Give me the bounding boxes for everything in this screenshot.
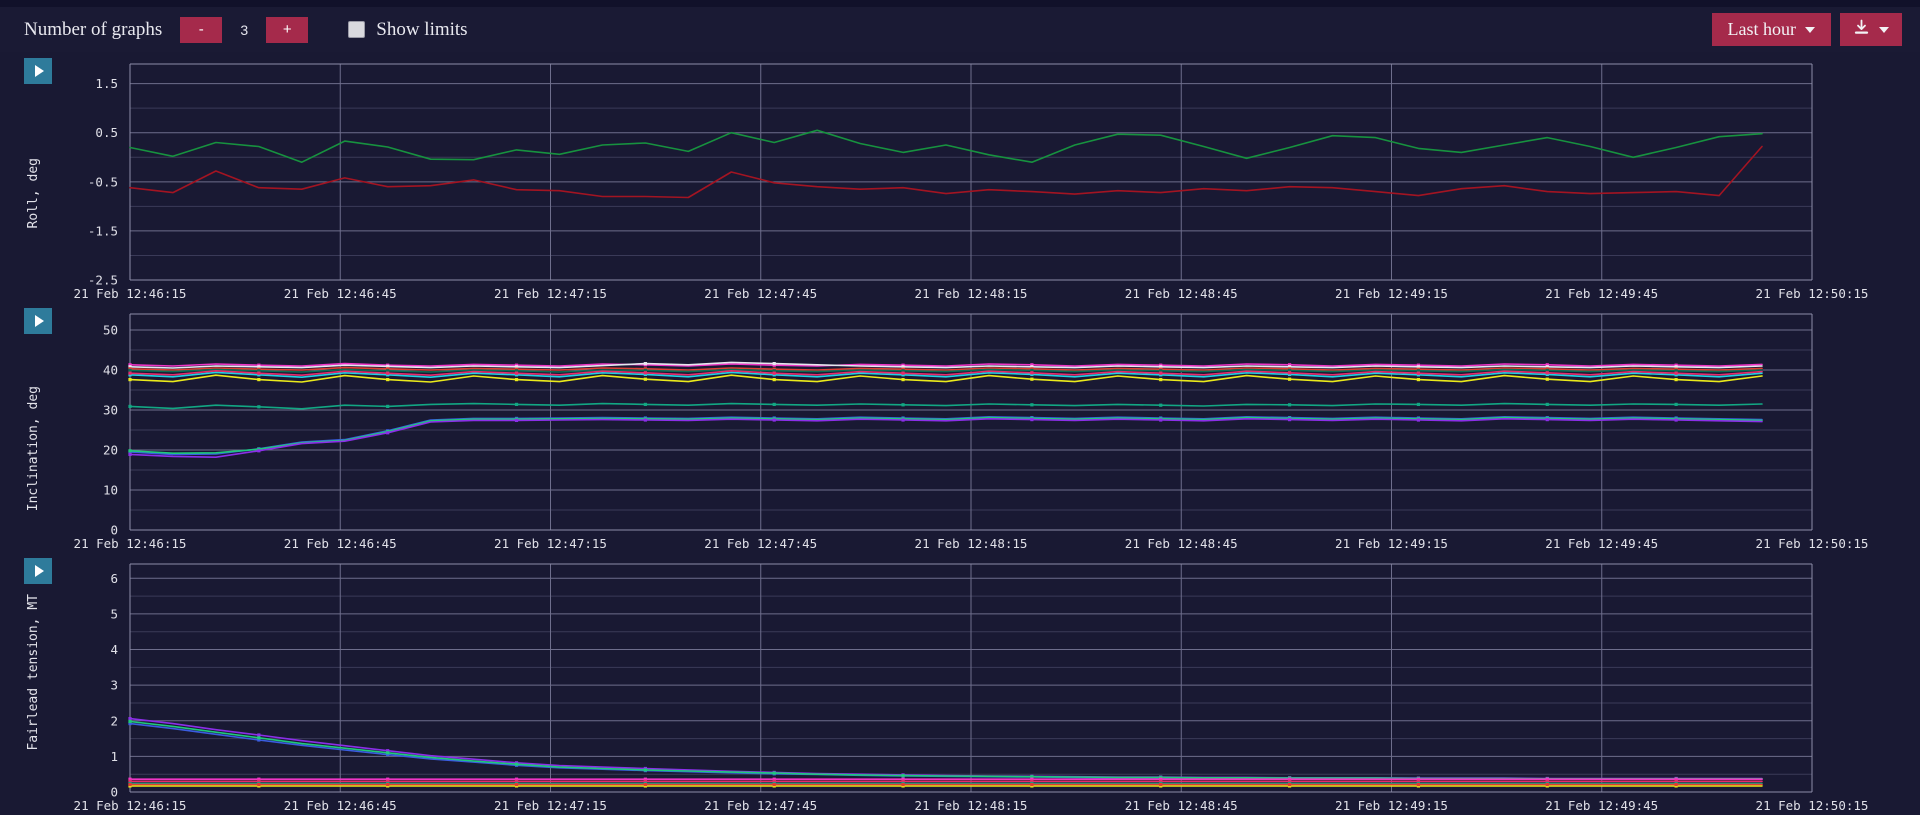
time-range-dropdown[interactable]: Last hour: [1711, 13, 1831, 46]
number-of-graphs-label: Number of graphs: [24, 18, 163, 40]
graph-count-value: 3: [240, 21, 249, 38]
chart-panel-inclination: Inclination, deg 50 40 30 20 10 0 21 Feb 12:46…: [0, 302, 1920, 552]
plot-fairlead-tension: 654321021 Feb 12:46:15 21 Feb 12:46:45 21 …: [74, 563, 1869, 813]
plot-roll: 1.50.5-0.5-1.5-2.521 Feb 12:46:15 21 Feb …: [74, 63, 1869, 301]
svg-text:20: 20: [103, 443, 118, 458]
toolbar-right-group: Last hour: [1711, 7, 1902, 52]
plot-inclination: 5040302010021 Feb 12:46:15 21 Feb 12:46:4…: [74, 313, 1869, 551]
svg-text:21 Feb 12:46:45: 21 Feb 12:46:45: [284, 798, 397, 813]
svg-text:10: 10: [103, 483, 118, 498]
chart-panel-fairlead-tension: Fairlead tension, MT 6 5 4 3 2 1 0 21 Feb 12:46…: [0, 552, 1920, 815]
chart-panel-roll: Roll, deg 1.5 0.5 -0.5 -1.5 -2.5 21 Feb 12:46…: [0, 52, 1920, 302]
svg-text:21 Feb 12:48:15: 21 Feb 12:48:15: [915, 286, 1028, 301]
window-top-strip: [0, 0, 1920, 7]
svg-text:4: 4: [110, 642, 118, 657]
svg-text:21 Feb 12:48:45: 21 Feb 12:48:45: [1125, 536, 1238, 551]
show-limits-checkbox[interactable]: [348, 21, 366, 38]
svg-text:21 Feb 12:48:45: 21 Feb 12:48:45: [1125, 798, 1238, 813]
export-dropdown[interactable]: [1840, 13, 1902, 46]
svg-text:21 Feb 12:48:15: 21 Feb 12:48:15: [915, 536, 1028, 551]
svg-text:21 Feb 12:46:15: 21 Feb 12:46:15: [74, 536, 187, 551]
svg-text:21 Feb 12:49:15: 21 Feb 12:49:15: [1335, 286, 1448, 301]
svg-text:21 Feb 12:50:15: 21 Feb 12:50:15: [1756, 286, 1869, 301]
svg-text:1.5: 1.5: [95, 76, 118, 91]
svg-text:21 Feb 12:46:15: 21 Feb 12:46:15: [74, 286, 187, 301]
svg-text:3: 3: [110, 678, 118, 693]
svg-text:21 Feb 12:46:45: 21 Feb 12:46:45: [284, 286, 397, 301]
svg-text:21 Feb 12:49:45: 21 Feb 12:49:45: [1545, 798, 1658, 813]
svg-text:21 Feb 12:49:15: 21 Feb 12:49:15: [1335, 536, 1448, 551]
svg-text:-0.5: -0.5: [88, 174, 118, 189]
toolbar-left-group: Number of graphs - 3 + Show limits: [24, 7, 468, 52]
chevron-down-icon: [1805, 26, 1815, 33]
svg-text:21 Feb 12:49:45: 21 Feb 12:49:45: [1545, 536, 1658, 551]
toolbar: Number of graphs - 3 + Show limits Last …: [0, 7, 1920, 52]
svg-text:21 Feb 12:46:15: 21 Feb 12:46:15: [74, 798, 187, 813]
svg-text:21 Feb 12:49:15: 21 Feb 12:49:15: [1335, 798, 1448, 813]
svg-text:0.5: 0.5: [95, 125, 118, 140]
decrease-graphs-button[interactable]: -: [180, 16, 223, 43]
svg-text:21 Feb 12:50:15: 21 Feb 12:50:15: [1756, 798, 1869, 813]
svg-text:21 Feb 12:49:45: 21 Feb 12:49:45: [1545, 286, 1658, 301]
svg-text:50: 50: [103, 323, 118, 338]
svg-text:5: 5: [110, 606, 118, 621]
svg-text:2: 2: [110, 713, 118, 728]
svg-text:21 Feb 12:47:15: 21 Feb 12:47:15: [494, 798, 607, 813]
svg-text:-1.5: -1.5: [88, 223, 118, 238]
svg-text:21 Feb 12:47:45: 21 Feb 12:47:45: [704, 536, 817, 551]
svg-text:21 Feb 12:50:15: 21 Feb 12:50:15: [1756, 536, 1869, 551]
svg-text:40: 40: [103, 363, 118, 378]
svg-text:30: 30: [103, 403, 118, 418]
svg-text:6: 6: [110, 571, 118, 586]
telemetry-dashboard: Number of graphs - 3 + Show limits Last …: [0, 0, 1920, 815]
show-limits-control[interactable]: Show limits: [348, 18, 468, 41]
svg-text:1: 1: [110, 749, 118, 764]
svg-text:21 Feb 12:48:15: 21 Feb 12:48:15: [915, 798, 1028, 813]
svg-text:21 Feb 12:48:45: 21 Feb 12:48:45: [1125, 286, 1238, 301]
increase-graphs-button[interactable]: +: [266, 16, 309, 43]
time-range-label: Last hour: [1727, 19, 1796, 39]
chevron-down-icon: [1879, 26, 1889, 33]
svg-text:21 Feb 12:46:45: 21 Feb 12:46:45: [284, 536, 397, 551]
svg-text:21 Feb 12:47:45: 21 Feb 12:47:45: [704, 286, 817, 301]
svg-text:21 Feb 12:47:15: 21 Feb 12:47:15: [494, 536, 607, 551]
show-limits-label: Show limits: [376, 18, 468, 40]
download-icon: [1853, 19, 1870, 41]
svg-text:21 Feb 12:47:45: 21 Feb 12:47:45: [704, 798, 817, 813]
svg-text:21 Feb 12:47:15: 21 Feb 12:47:15: [494, 286, 607, 301]
